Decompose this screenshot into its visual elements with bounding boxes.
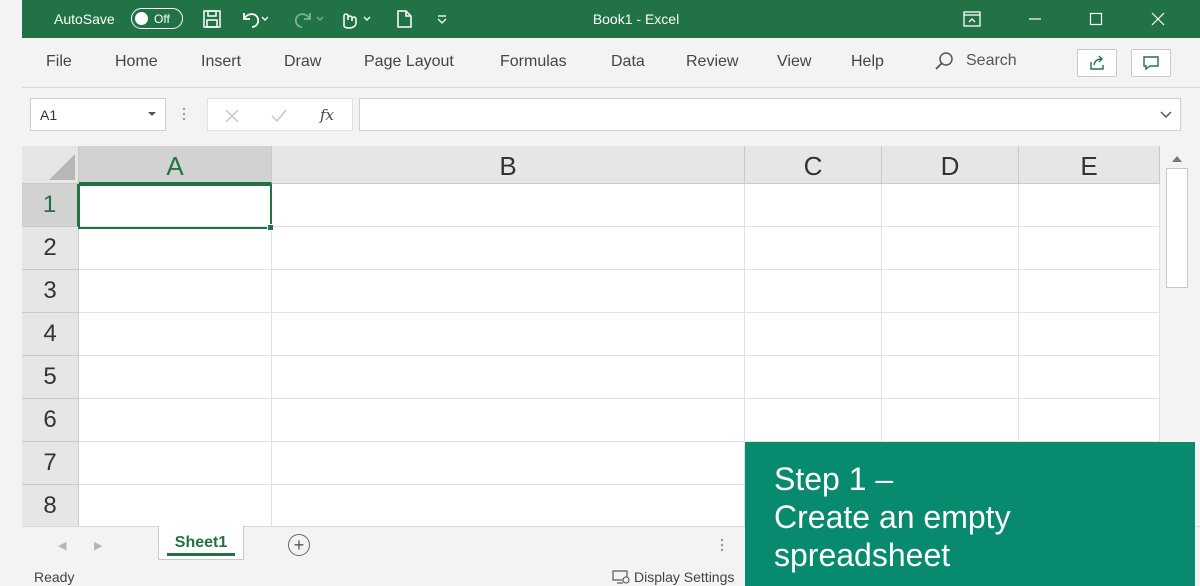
display-settings-label: Display Settings [634, 569, 735, 585]
active-cell-a1[interactable] [78, 184, 274, 231]
search-box[interactable]: Search [934, 51, 1017, 71]
save-icon[interactable] [202, 9, 222, 29]
formula-bar: A1 fx [22, 88, 1200, 143]
maximize-icon [1089, 12, 1103, 26]
next-sheet-icon[interactable]: ▶ [94, 539, 102, 552]
column-header-d[interactable]: D [882, 146, 1019, 184]
autosave-label: AutoSave [54, 11, 115, 27]
tab-page-layout[interactable]: Page Layout [364, 53, 454, 71]
search-label: Search [966, 52, 1017, 69]
step-callout: Step 1 – Create an empty spreadsheet [745, 442, 1195, 586]
row-header-3[interactable]: 3 [22, 270, 79, 313]
display-settings-button[interactable]: Display Settings [612, 569, 734, 585]
redo-icon [294, 13, 324, 28]
column-header-e[interactable]: E [1019, 146, 1160, 184]
autosave-state: Off [154, 11, 170, 26]
minimize-button[interactable] [1012, 0, 1058, 38]
ribbon-display-options-icon [963, 11, 981, 27]
column-header-a[interactable]: A [79, 146, 272, 184]
ribbon-display-options-button[interactable] [949, 0, 995, 38]
callout-line-3: spreadsheet [774, 537, 951, 573]
tab-data[interactable]: Data [611, 53, 645, 71]
row-header-6[interactable]: 6 [22, 399, 79, 442]
row-header-7[interactable]: 7 [22, 442, 79, 485]
row-header-5[interactable]: 5 [22, 356, 79, 399]
drag-handle-icon[interactable] [182, 106, 186, 122]
sheet-tab-sheet1[interactable]: Sheet1 [158, 526, 244, 560]
scroll-up-button[interactable] [1165, 150, 1189, 168]
formula-input[interactable] [359, 98, 1181, 131]
display-settings-icon [612, 570, 630, 584]
share-icon [1090, 55, 1104, 70]
tab-review[interactable]: Review [686, 53, 738, 71]
fill-handle[interactable] [267, 224, 274, 231]
ribbon-tabs: File Home Insert Draw Page Layout Formul… [22, 38, 1200, 88]
status-ready: Ready [34, 569, 75, 585]
callout-line-2: Create an empty [774, 499, 1011, 535]
title-bar: AutoSave Off Book1 - Excel [22, 0, 1200, 38]
tab-help[interactable]: Help [851, 53, 884, 71]
row-header-1[interactable]: 1 [22, 184, 79, 227]
plus-icon: + [293, 535, 305, 555]
close-button[interactable] [1135, 0, 1181, 38]
chevron-down-icon[interactable] [147, 110, 157, 118]
autosave-toggle[interactable]: Off [131, 8, 183, 29]
gridline [79, 398, 1160, 399]
maximize-button[interactable] [1073, 0, 1119, 38]
tab-view[interactable]: View [777, 53, 811, 71]
tab-formulas[interactable]: Formulas [500, 53, 567, 71]
select-all-triangle-icon [49, 154, 75, 180]
gridline [79, 269, 1160, 270]
name-box[interactable]: A1 [30, 98, 166, 131]
tab-insert[interactable]: Insert [201, 53, 241, 71]
select-all-button[interactable] [22, 146, 79, 184]
cancel-icon[interactable] [224, 108, 240, 124]
scrollbar-thumb[interactable] [1166, 168, 1188, 288]
gridline [79, 312, 1160, 313]
sheet-scroll-handle-icon[interactable] [720, 537, 724, 553]
scroll-up-icon [1172, 156, 1182, 162]
row-header-8[interactable]: 8 [22, 485, 79, 526]
row-header-4[interactable]: 4 [22, 313, 79, 356]
close-icon [1151, 12, 1165, 26]
name-box-value: A1 [40, 106, 58, 123]
column-header-c[interactable]: C [745, 146, 882, 184]
share-button[interactable] [1077, 49, 1117, 77]
add-sheet-button[interactable]: + [288, 534, 310, 556]
comments-icon [1143, 56, 1159, 71]
tab-file[interactable]: File [46, 53, 72, 71]
row-header-2[interactable]: 2 [22, 227, 79, 270]
tab-home[interactable]: Home [115, 53, 158, 71]
formula-buttons: fx [207, 98, 353, 131]
undo-icon[interactable] [240, 9, 268, 29]
tab-draw[interactable]: Draw [284, 53, 321, 71]
column-header-b[interactable]: B [272, 146, 745, 184]
previous-sheet-icon[interactable]: ◀ [58, 539, 66, 552]
expand-formula-bar-icon[interactable] [1160, 111, 1172, 119]
toggle-knob [135, 12, 148, 25]
gridline [79, 355, 1160, 356]
comments-button[interactable] [1131, 49, 1171, 77]
minimize-icon [1029, 18, 1041, 20]
search-icon [935, 52, 953, 70]
enter-check-icon[interactable] [270, 108, 288, 124]
new-document-icon[interactable] [394, 9, 414, 29]
callout-line-1: Step 1 – [774, 461, 894, 497]
customize-toolbar-icon[interactable] [432, 9, 452, 29]
insert-function-button[interactable]: fx [320, 106, 334, 124]
touch-mode-icon[interactable] [338, 9, 374, 29]
